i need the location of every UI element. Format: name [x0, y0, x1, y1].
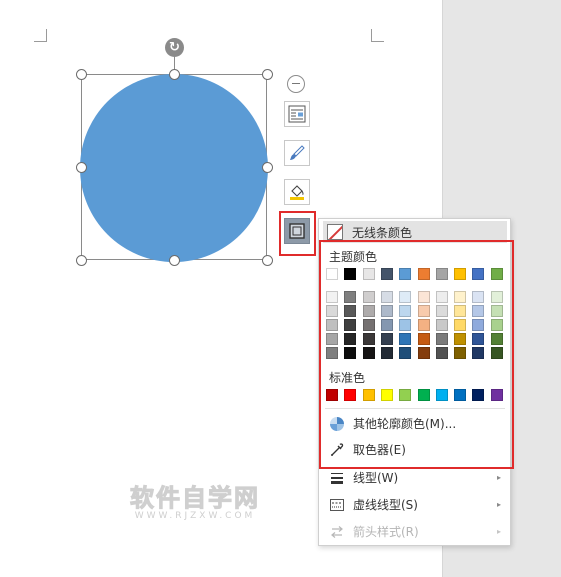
line-weight-icon: [329, 470, 345, 486]
no-line-color-label: 无线条颜色: [352, 225, 413, 240]
wrap-text-button[interactable]: [284, 101, 310, 127]
resize-handle-bottom-left[interactable]: [76, 255, 87, 266]
submenu-arrow-icon: ▸: [496, 527, 501, 536]
resize-handle-left[interactable]: [76, 162, 87, 173]
shape-style-brush-icon: [290, 145, 305, 160]
line-style-label: 线型(W): [353, 471, 399, 485]
resize-handle-bottom[interactable]: [169, 255, 180, 266]
outline-button-highlight: [279, 211, 316, 256]
resize-handle-right[interactable]: [262, 162, 273, 173]
page-corner-mark-left: [34, 29, 47, 42]
resize-handle-top-right[interactable]: [262, 69, 273, 80]
fill-button[interactable]: [284, 179, 310, 205]
watermark-logo: 软件自学网 WWW.RJZXW.COM: [130, 484, 260, 522]
resize-handle-top-left[interactable]: [76, 69, 87, 80]
submenu-arrow-icon: ▸: [496, 500, 501, 509]
rotate-handle-icon[interactable]: ↻: [165, 38, 184, 57]
shape-style-button[interactable]: [284, 140, 310, 166]
arrow-style-icon: [329, 524, 345, 540]
dash-style-icon: [329, 497, 345, 513]
arrow-style-label: 箭头样式(R): [353, 525, 419, 539]
dash-style-label: 虚线线型(S): [353, 498, 418, 512]
submenu-arrow-icon: ▸: [496, 473, 501, 482]
dash-style-item[interactable]: 虚线线型(S) ▸: [323, 492, 507, 517]
fill-bucket-icon: [290, 185, 304, 200]
resize-handle-top[interactable]: [169, 69, 180, 80]
wrap-text-icon: [288, 105, 306, 123]
collapse-icon[interactable]: [287, 75, 305, 93]
circle-shape[interactable]: [80, 74, 268, 262]
resize-handle-bottom-right[interactable]: [262, 255, 273, 266]
color-area-highlight: [319, 240, 514, 469]
arrow-style-item[interactable]: 箭头样式(R) ▸: [323, 519, 507, 544]
page-corner-mark-right: [371, 29, 384, 42]
no-color-icon: [327, 224, 343, 240]
